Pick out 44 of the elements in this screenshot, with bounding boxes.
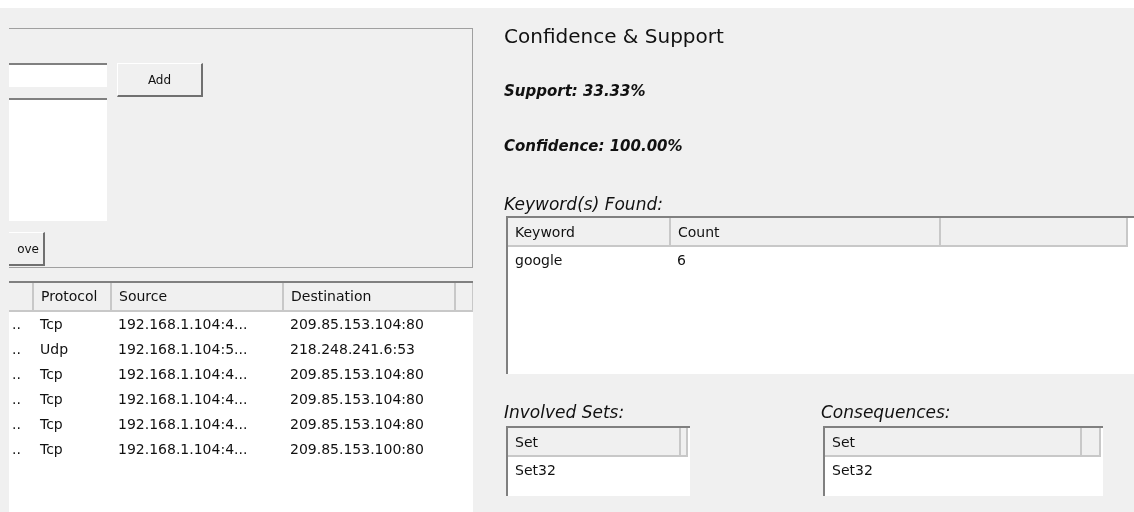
table-cell: google — [508, 246, 670, 272]
table-cell-text: 192.168.1.104:4... — [117, 415, 249, 435]
table-cell: Set32 — [825, 456, 1081, 482]
table-cell-text: 218.248.241.6:53 — [289, 340, 416, 360]
table-cell: Set32 — [508, 456, 680, 482]
table-cell-text: .. — [11, 415, 22, 435]
table-cell-text: 209.85.153.104:80 — [289, 365, 425, 385]
table-cell-text: 192.168.1.104:4... — [117, 390, 249, 410]
table-cell-text: 192.168.1.104:4... — [117, 365, 249, 385]
column-header[interactable]: Count — [670, 218, 940, 246]
column-header[interactable]: Destination — [283, 283, 455, 311]
keywords-label: Keyword(s) Found: — [504, 194, 664, 216]
column-header[interactable]: Keyword — [508, 218, 670, 246]
table-cell: 209.85.153.104:80 — [283, 311, 455, 337]
table-cell-text: Udp — [39, 340, 70, 360]
involved-sets-label: Involved Sets: — [504, 402, 626, 424]
column-header[interactable]: Set — [508, 428, 680, 456]
table-cell-text: 209.85.153.100:80 — [289, 440, 425, 460]
table-cell: 192.168.1.104:4... — [111, 311, 283, 337]
table-cell-text: Tcp — [39, 440, 64, 460]
table-cell-text: Tcp — [39, 390, 64, 410]
remove-button[interactable]: ove — [9, 232, 45, 266]
confidence-value: Confidence: 100.00% — [504, 137, 684, 157]
table-cell-text: .. — [11, 440, 22, 460]
table-cell-text: 192.168.1.104:5... — [117, 340, 249, 360]
table-cell: 6 — [670, 246, 940, 272]
table-cell-text: .. — [11, 390, 22, 410]
add-button[interactable]: Add — [117, 63, 203, 97]
support-value: Support: 33.33% — [504, 82, 647, 102]
column-header[interactable]: Set — [825, 428, 1081, 456]
section-title: Confidence & Support — [504, 24, 725, 50]
column-header[interactable]: Source — [111, 283, 283, 311]
input-field[interactable] — [9, 63, 107, 87]
column-header[interactable]: Protocol — [33, 283, 111, 311]
table-cell-text: Tcp — [39, 365, 64, 385]
table-cell-text: .. — [11, 365, 22, 385]
table-cell-text: 192.168.1.104:4... — [117, 440, 249, 460]
table-cell-text: Tcp — [39, 415, 64, 435]
table-cell-text: 209.85.153.104:80 — [289, 415, 425, 435]
table-cell: .. — [9, 311, 33, 337]
consequences-label: Consequences: — [821, 402, 952, 424]
table-cell: Tcp — [33, 311, 111, 337]
table-cell-text: 209.85.153.104:80 — [289, 390, 425, 410]
table-cell-text: .. — [11, 340, 22, 360]
